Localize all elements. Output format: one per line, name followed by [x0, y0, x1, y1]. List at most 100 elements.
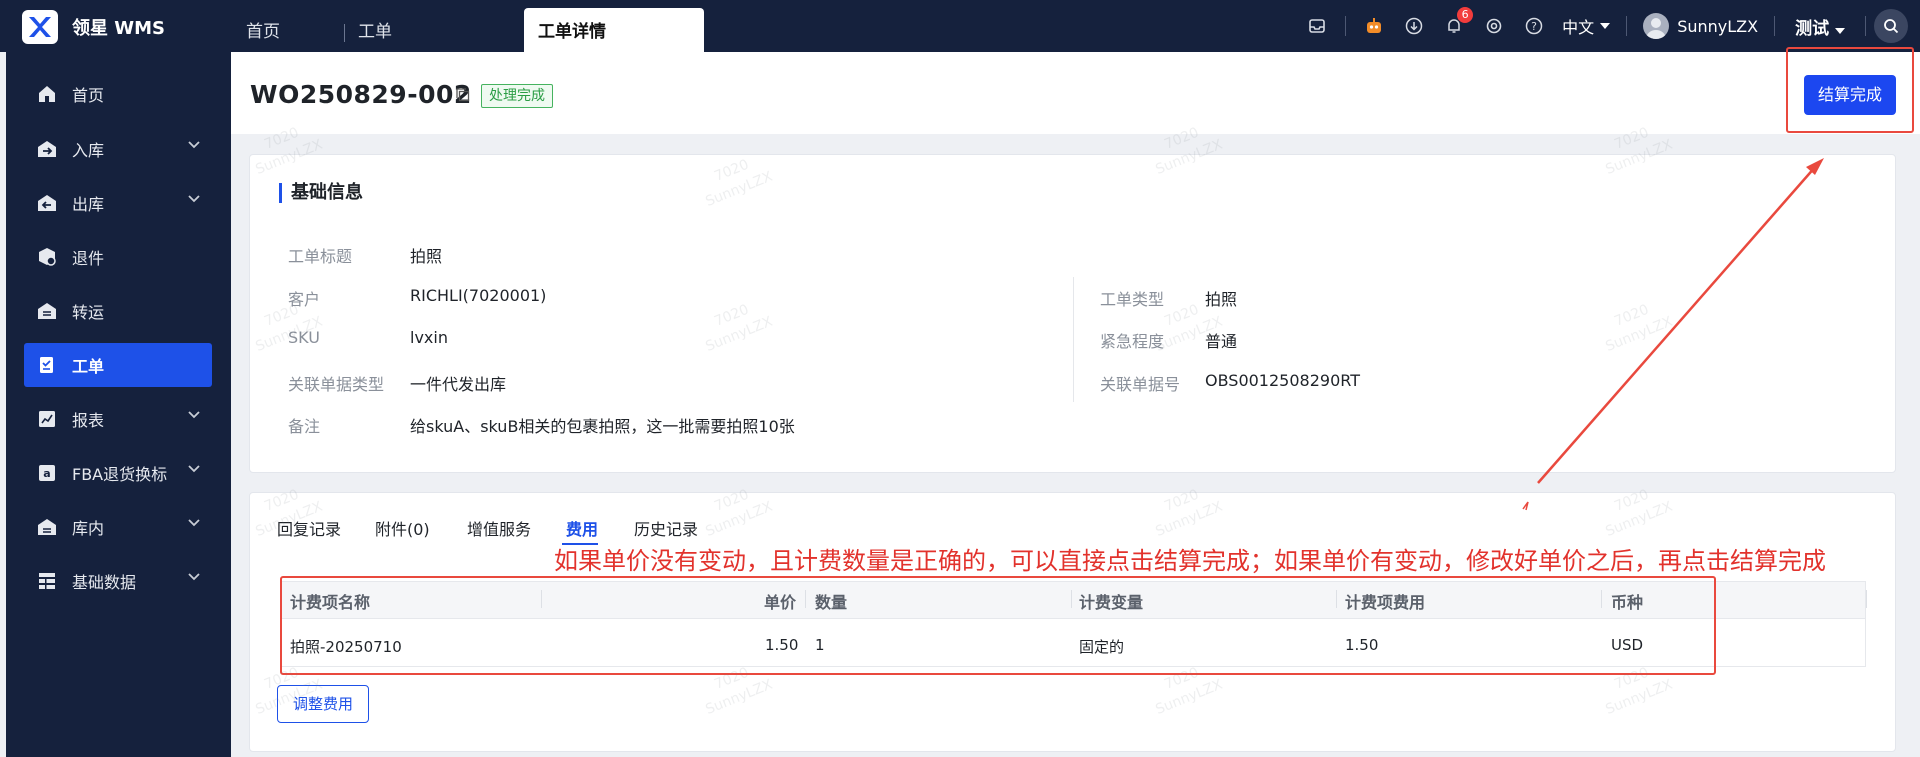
database-icon	[36, 570, 58, 592]
sidebar-item-in-warehouse[interactable]: 库内	[24, 505, 212, 549]
warehouse-out-icon	[36, 192, 58, 214]
field-value: 拍照	[1205, 290, 1238, 309]
column-header: 计费项名称	[290, 593, 371, 612]
language-label: 中文	[1562, 18, 1595, 37]
clipboard-icon	[36, 354, 58, 376]
brand-logo-icon[interactable]	[22, 10, 58, 44]
status-badge: 处理完成	[481, 84, 553, 108]
field-label: 工单类型	[1100, 290, 1165, 309]
warehouse-in-icon	[36, 138, 58, 160]
sidebar-item-label: 基础数据	[72, 573, 137, 592]
chevron-down-icon	[188, 411, 200, 419]
field-value: lvxin	[410, 328, 448, 347]
sidebar-item-outbound[interactable]: 出库	[24, 181, 212, 225]
robot-icon[interactable]	[1363, 15, 1385, 37]
tab-reply-records[interactable]: 回复记录	[277, 516, 341, 540]
download-icon[interactable]	[1403, 15, 1425, 37]
settings-icon[interactable]	[1483, 15, 1505, 37]
sidebar-item-label: 出库	[72, 195, 105, 214]
sidebar-item-label: 退件	[72, 249, 105, 268]
table-cell: USD	[1611, 636, 1644, 654]
divider	[1073, 277, 1074, 402]
table-cell: 固定的	[1079, 638, 1125, 656]
avatar	[1643, 13, 1670, 39]
column-header: 数量	[815, 593, 848, 612]
caret-down-icon	[1835, 27, 1845, 34]
tab-fees[interactable]: 费用	[566, 516, 598, 540]
divider	[1345, 16, 1347, 36]
tab-home[interactable]: 首页	[232, 8, 344, 52]
home-icon	[36, 83, 58, 105]
language-select[interactable]: 中文	[1562, 14, 1611, 38]
sidebar-item-home[interactable]: 首页	[24, 72, 212, 116]
environment-label: 测试	[1795, 18, 1830, 39]
sidebar-item-label: 报表	[72, 411, 105, 430]
svg-text:a: a	[43, 467, 50, 480]
help-icon[interactable]: ?	[1523, 15, 1545, 37]
sidebar-item-transfer[interactable]: 转运	[24, 289, 212, 333]
sidebar-item-work-order[interactable]: 工单	[24, 343, 212, 387]
sidebar-item-label: 转运	[72, 303, 105, 322]
environment-select[interactable]: 测试	[1795, 14, 1845, 39]
sidebar-item-label: 库内	[72, 519, 105, 538]
tab-value-added-services[interactable]: 增值服务	[467, 516, 531, 540]
column-header: 单价	[764, 593, 797, 612]
tab-history[interactable]: 历史记录	[634, 516, 698, 540]
table-cell: 拍照-20250710	[290, 638, 402, 656]
tab-work-order-detail[interactable]: 工单详情	[524, 8, 704, 52]
sidebar-item-label: FBA退货换标	[72, 465, 168, 484]
column-header: 计费变量	[1079, 593, 1144, 612]
column-header: 币种	[1611, 593, 1644, 612]
tab-attachments[interactable]: 附件(0)	[375, 516, 430, 540]
chevron-down-icon	[188, 141, 200, 149]
settle-complete-button[interactable]: 结算完成	[1804, 75, 1896, 115]
divider	[1865, 16, 1866, 36]
field-value: 一件代发出库	[410, 375, 507, 394]
inbox-icon[interactable]	[1306, 15, 1328, 37]
sidebar-item-label: 工单	[72, 357, 105, 376]
field-label: 关联单据号	[1100, 375, 1181, 394]
field-label: 工单标题	[288, 247, 353, 266]
chevron-down-icon	[188, 573, 200, 581]
column-header: 计费项费用	[1345, 593, 1426, 612]
username: SunnyLZX	[1677, 16, 1759, 36]
notification-badge: 6	[1457, 7, 1474, 23]
tab-work-order[interactable]: 工单	[344, 8, 524, 52]
page-title: WO250829-002	[250, 80, 472, 109]
table-cell: 1.50	[1345, 636, 1379, 654]
field-value: 普通	[1205, 332, 1238, 351]
field-label: 关联单据类型	[288, 375, 385, 394]
column-divider	[1866, 590, 1867, 608]
transfer-icon	[36, 300, 58, 322]
column-divider	[541, 590, 542, 608]
adjust-fees-button[interactable]: 调整费用	[277, 685, 369, 723]
copy-icon[interactable]	[456, 88, 470, 102]
top-bar: 领星 WMS 首页 工单 工单详情 6 ? 中文 SunnyLZX 测试	[0, 0, 1920, 52]
chevron-down-icon	[188, 195, 200, 203]
sidebar-item-returns[interactable]: 退件	[24, 235, 212, 279]
bell-icon[interactable]: 6	[1443, 7, 1474, 37]
amazon-icon: a	[36, 462, 58, 484]
table-cell: 1	[815, 636, 825, 654]
field-value: 拍照	[410, 247, 443, 266]
field-value: OBS0012508290RT	[1205, 371, 1360, 390]
chart-icon	[36, 408, 58, 430]
column-divider	[1071, 590, 1072, 608]
sidebar-item-reports[interactable]: 报表	[24, 397, 212, 441]
warehouse-icon	[36, 516, 58, 538]
sidebar-item-label: 入库	[72, 141, 105, 160]
column-divider	[1336, 590, 1337, 608]
sidebar-item-inbound[interactable]: 入库	[24, 127, 212, 171]
table-cell: 1.50	[765, 636, 799, 654]
field-label: 客户	[288, 290, 321, 309]
search-icon[interactable]	[1874, 9, 1908, 43]
user-menu[interactable]: SunnyLZX	[1643, 13, 1758, 39]
field-label: SKU	[288, 328, 320, 347]
sidebar-item-fba-relabel[interactable]: a FBA退货换标	[24, 451, 212, 495]
field-label: 备注	[288, 417, 321, 436]
page-tabs: 首页 工单 工单详情	[232, 8, 704, 52]
field-value: 给skuA、skuB相关的包裹拍照，这一批需要拍照10张	[410, 417, 795, 436]
sidebar-item-label: 首页	[72, 86, 105, 105]
sidebar-item-base-data[interactable]: 基础数据	[24, 559, 212, 603]
caret-down-icon	[1600, 23, 1611, 29]
